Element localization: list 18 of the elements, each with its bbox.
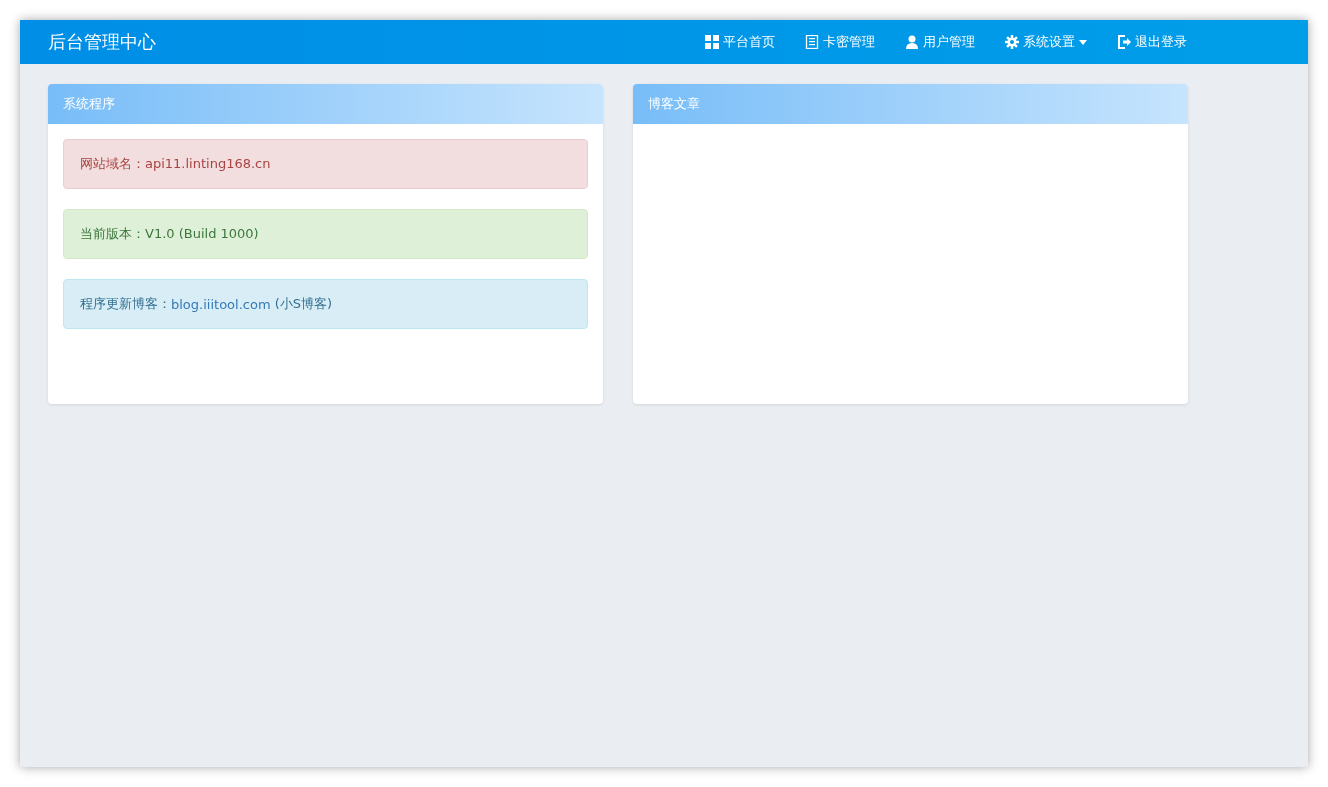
logout-icon xyxy=(1117,35,1131,49)
list-icon xyxy=(805,35,819,49)
nav-item[interactable]: 用户管理 xyxy=(890,20,990,64)
brand-title: 后台管理中心 xyxy=(48,30,157,54)
nav-item[interactable]: 卡密管理 xyxy=(790,20,890,64)
alert-message: 网站域名：api11.linting168.cn xyxy=(63,139,588,189)
nav-item[interactable]: 退出登录 xyxy=(1102,20,1202,64)
caret-icon xyxy=(1079,39,1087,45)
gear-icon xyxy=(1005,35,1019,49)
alert-message: 程序更新博客：blog.iiitool.com (小S博客) xyxy=(63,279,588,329)
panel-header: 系统程序 xyxy=(48,84,603,124)
nav-item[interactable]: 平台首页 xyxy=(690,20,790,64)
alert-message: 当前版本：V1.0 (Build 1000) xyxy=(63,209,588,259)
nav-item[interactable]: 系统设置 xyxy=(990,20,1102,64)
blog-link[interactable]: blog.iiitool.com xyxy=(171,296,271,312)
user-icon xyxy=(905,35,919,49)
panel-header: 博客文章 xyxy=(633,84,1188,124)
grid-icon xyxy=(705,35,719,49)
